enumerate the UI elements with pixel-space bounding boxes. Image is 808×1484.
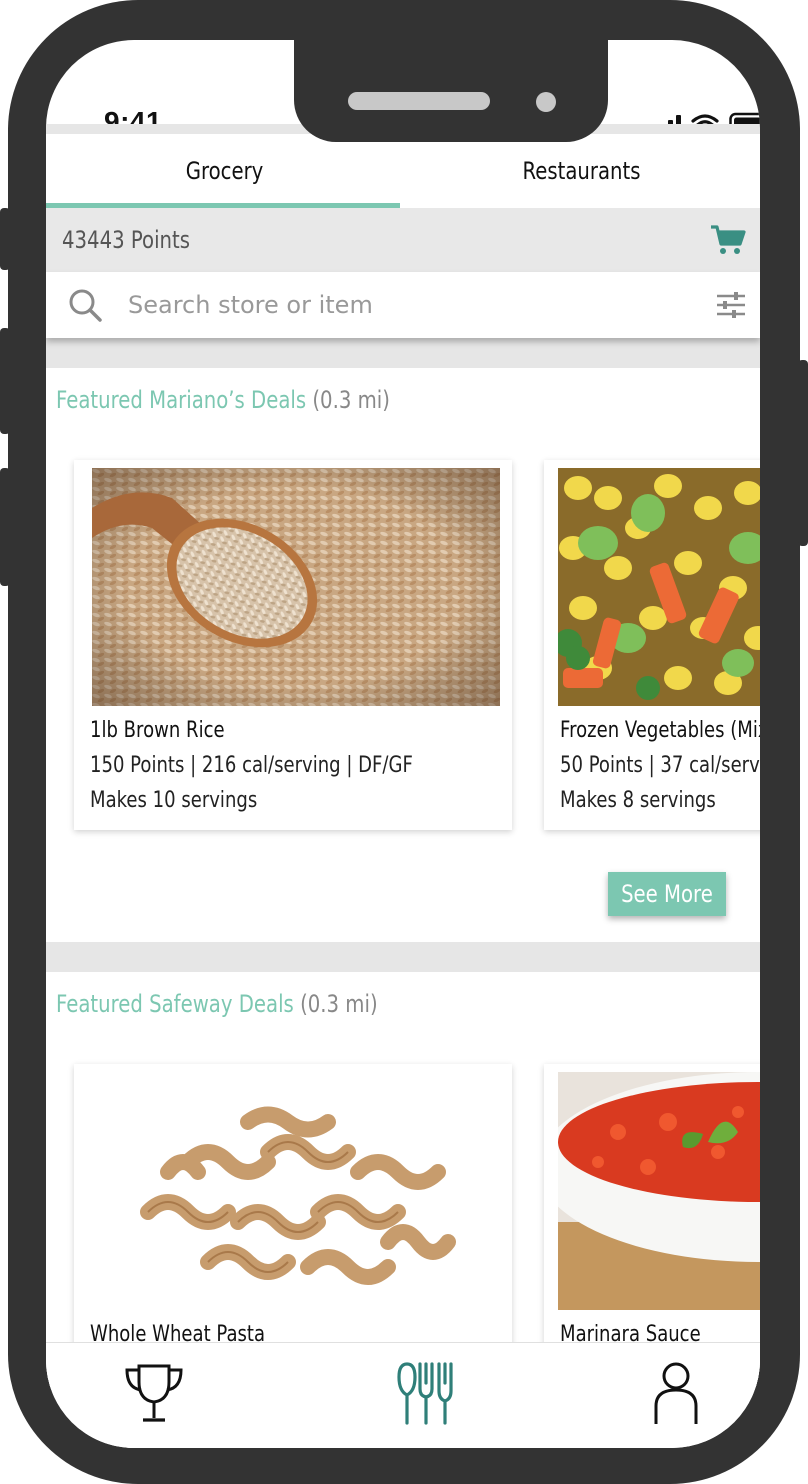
section-divider bbox=[46, 942, 760, 972]
search-input[interactable] bbox=[128, 291, 716, 319]
see-more-button[interactable]: See More bbox=[608, 872, 726, 916]
bottom-nav bbox=[46, 1342, 760, 1448]
mute-switch bbox=[0, 208, 10, 270]
product-card[interactable]: Frozen Vegetables (Mixed) 50 Points | 37… bbox=[544, 460, 760, 830]
search-icon bbox=[69, 289, 102, 322]
product-details: 50 Points | 37 cal/serving bbox=[560, 753, 760, 778]
product-name: Frozen Vegetables (Mixed) bbox=[560, 718, 760, 743]
product-name: 1lb Brown Rice bbox=[90, 718, 225, 743]
volume-up-button bbox=[0, 328, 10, 434]
nav-rewards[interactable] bbox=[114, 1353, 194, 1433]
power-button bbox=[798, 360, 808, 546]
brown-rice-image bbox=[92, 468, 500, 706]
screen: 9:41 Grocery Restaurants 43443 Points Se… bbox=[46, 40, 760, 1448]
tab-restaurants[interactable]: Restaurants bbox=[435, 134, 728, 208]
search-bar bbox=[46, 272, 760, 338]
product-servings: Makes 8 servings bbox=[560, 788, 716, 813]
volume-down-button bbox=[0, 468, 10, 586]
product-card[interactable]: Marinara Sauce bbox=[544, 1064, 760, 1384]
active-tab-indicator bbox=[46, 203, 400, 208]
trophy-icon bbox=[125, 1364, 183, 1422]
filter-icon[interactable] bbox=[716, 292, 746, 318]
frozen-vegetables-image bbox=[558, 468, 760, 706]
product-card[interactable]: Whole Wheat Pasta bbox=[74, 1064, 512, 1384]
section-safeway: Featured Safeway Deals (0.3 mi) Whole Wh… bbox=[46, 972, 760, 1392]
nav-food[interactable] bbox=[386, 1353, 466, 1433]
section-divider bbox=[46, 338, 760, 368]
marinara-sauce-image bbox=[558, 1072, 760, 1310]
section-title: Featured Safeway Deals (0.3 mi) bbox=[56, 990, 378, 1018]
fork-knife-icon bbox=[397, 1362, 453, 1425]
product-servings: Makes 10 servings bbox=[90, 788, 258, 813]
points-bar: 43443 Points bbox=[46, 208, 760, 272]
product-card[interactable]: 1lb Brown Rice 150 Points | 216 cal/serv… bbox=[74, 460, 512, 830]
notch bbox=[294, 40, 608, 142]
tab-bar: Grocery Restaurants bbox=[46, 134, 760, 208]
profile-icon bbox=[654, 1362, 698, 1424]
store-distance: (0.3 mi) bbox=[312, 386, 390, 414]
store-name: Featured Safeway Deals bbox=[56, 990, 294, 1018]
front-camera bbox=[536, 92, 556, 112]
main-content: Grocery Restaurants 43443 Points Search … bbox=[46, 124, 760, 1392]
store-distance: (0.3 mi) bbox=[300, 990, 378, 1018]
nav-profile[interactable] bbox=[636, 1353, 716, 1433]
store-name: Featured Mariano’s Deals bbox=[56, 386, 307, 414]
whole-wheat-pasta-image bbox=[88, 1072, 496, 1310]
speaker bbox=[348, 92, 490, 110]
section-title: Featured Mariano’s Deals (0.3 mi) bbox=[56, 386, 390, 414]
section-marianos: Featured Mariano’s Deals (0.3 mi) 1lb Br… bbox=[46, 368, 760, 942]
product-details: 150 Points | 216 cal/serving | DF/GF bbox=[90, 753, 413, 778]
cart-icon[interactable] bbox=[710, 224, 746, 256]
tab-grocery[interactable]: Grocery bbox=[78, 134, 371, 208]
see-more-label: See More bbox=[621, 880, 713, 908]
points-balance: 43443 Points bbox=[62, 226, 190, 254]
